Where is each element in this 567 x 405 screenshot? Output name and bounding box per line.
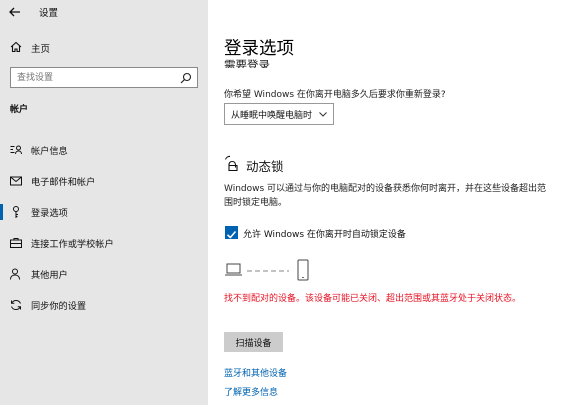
mail-icon xyxy=(10,176,22,186)
require-sign-in-question: 你希望 Windows 在你离开电脑多久后要求你重新登录? xyxy=(224,90,446,100)
sidebar-nav: 帐户信息 电子邮件和帐户 登录选项 连接工作或学校帐户 其他用户 同步你的设置 xyxy=(0,135,208,321)
sidebar-item-label: 主页 xyxy=(31,44,51,55)
sync-icon xyxy=(11,299,21,311)
briefcase-icon xyxy=(10,238,22,248)
sidebar-item-label: 同步你的设置 xyxy=(31,301,87,312)
back-arrow-icon xyxy=(9,7,20,17)
sidebar-item-label: 登录选项 xyxy=(31,208,68,219)
sidebar: 设置 主页 帐户 帐户信息 电子邮件和帐户 登录选项 连接工作或学校帐户 其他用… xyxy=(0,0,208,405)
chevron-down-icon xyxy=(319,112,327,117)
sidebar-item-sign-in-options[interactable]: 登录选项 xyxy=(0,197,208,228)
dynamic-lock-icon xyxy=(225,155,238,172)
dynamic-lock-description: Windows 可以通过与你的电脑配对的设备获悉你何时离开，并在这些设备超出范围… xyxy=(224,184,547,208)
pc-phone-pairing-illustration xyxy=(225,259,309,281)
sidebar-item-email-accounts[interactable]: 电子邮件和帐户 xyxy=(0,166,208,197)
sidebar-item-other-users[interactable]: 其他用户 xyxy=(0,259,208,290)
device-not-found-error: 找不到配对的设备。该设备可能已关闭、超出范围或其蓝牙处于关闭状态。 xyxy=(224,294,522,304)
sidebar-item-home[interactable]: 主页 xyxy=(0,37,208,57)
back-button[interactable] xyxy=(6,3,24,21)
key-icon xyxy=(13,206,19,218)
search-input[interactable] xyxy=(17,71,167,85)
sidebar-item-label: 其他用户 xyxy=(31,270,68,281)
sidebar-item-label: 帐户信息 xyxy=(31,146,68,157)
checkmark-icon xyxy=(226,231,237,239)
learn-more-link[interactable]: 了解更多信息 xyxy=(224,385,278,398)
laptop-icon xyxy=(225,263,242,276)
home-icon xyxy=(10,41,22,53)
dynamic-lock-checkbox-label[interactable]: 允许 Windows 在你离开时自动锁定设备 xyxy=(243,227,406,240)
dynamic-lock-title: 动态锁 xyxy=(246,159,284,174)
main-content: 登录选项 需要登录 你希望 Windows 在你离开电脑多久后要求你重新登录? … xyxy=(208,0,567,405)
dropdown-value: 从睡眠中唤醒电脑时 xyxy=(231,111,313,121)
person-add-icon xyxy=(10,268,20,280)
sidebar-item-work-school[interactable]: 连接工作或学校帐户 xyxy=(0,228,208,259)
person-card-icon xyxy=(10,145,22,155)
sidebar-item-sync-settings[interactable]: 同步你的设置 xyxy=(0,290,208,321)
sidebar-item-label: 连接工作或学校帐户 xyxy=(31,239,114,250)
dynamic-lock-checkbox[interactable] xyxy=(225,226,238,239)
phone-icon xyxy=(297,259,309,281)
scan-devices-button[interactable]: 扫描设备 xyxy=(224,332,283,352)
section-heading-accounts: 帐户 xyxy=(10,105,29,115)
search-box[interactable] xyxy=(10,67,198,88)
require-sign-in-heading: 需要登录 xyxy=(224,58,270,68)
title-bar: 设置 xyxy=(0,0,208,24)
app-title: 设置 xyxy=(39,8,59,19)
sidebar-item-account-info[interactable]: 帐户信息 xyxy=(0,135,208,166)
sidebar-item-label: 电子邮件和帐户 xyxy=(31,177,96,188)
search-icon[interactable] xyxy=(179,71,193,85)
require-sign-in-dropdown[interactable]: 从睡眠中唤醒电脑时 xyxy=(224,103,334,125)
bluetooth-devices-link[interactable]: 蓝牙和其他设备 xyxy=(224,366,287,379)
